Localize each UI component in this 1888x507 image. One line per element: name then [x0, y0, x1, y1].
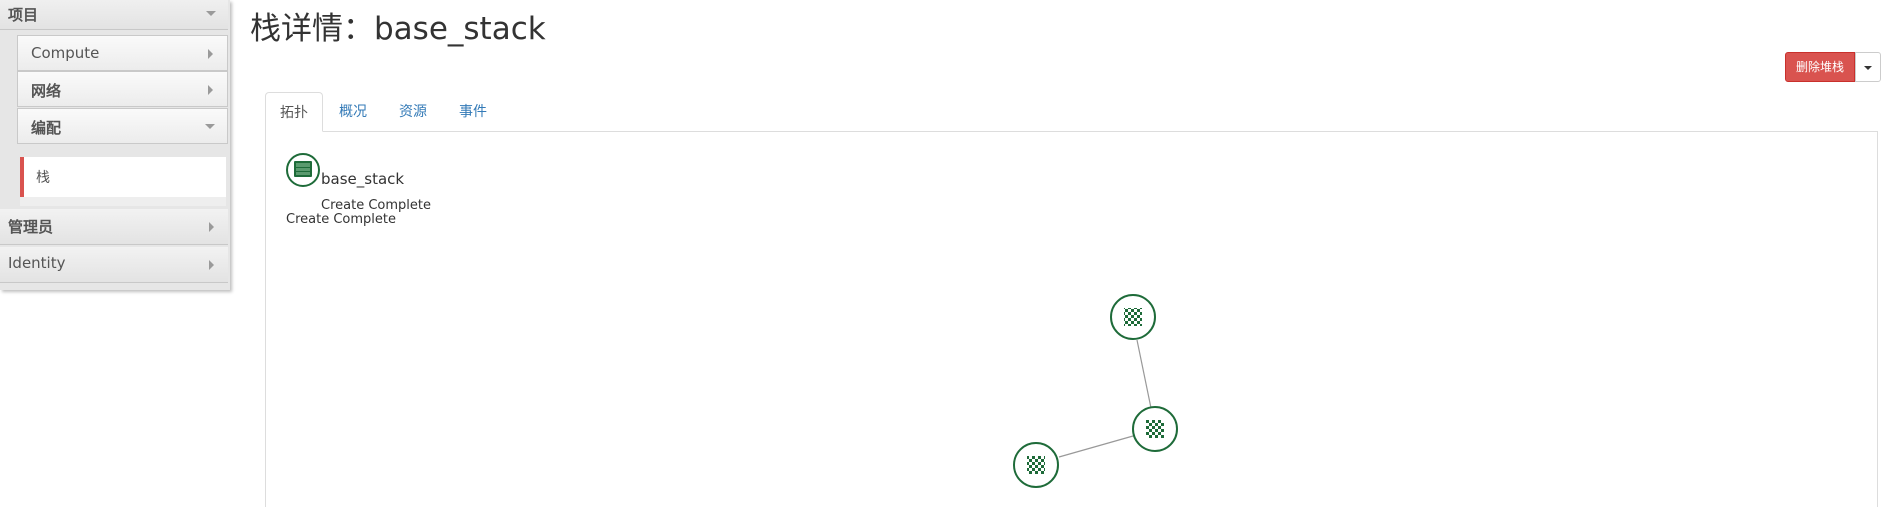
topology-link — [1058, 435, 1134, 458]
topology-graph — [286, 153, 1178, 488]
resource-node[interactable] — [1132, 406, 1178, 452]
checkered-resource-icon — [1124, 308, 1142, 326]
stack-node[interactable] — [286, 153, 320, 187]
checkered-resource-icon — [1146, 420, 1164, 438]
resource-node[interactable] — [1013, 442, 1059, 488]
resource-node[interactable] — [1110, 294, 1156, 340]
checkered-resource-icon — [1027, 456, 1045, 474]
server-stack-icon — [294, 161, 312, 177]
topology-link — [1136, 339, 1152, 409]
